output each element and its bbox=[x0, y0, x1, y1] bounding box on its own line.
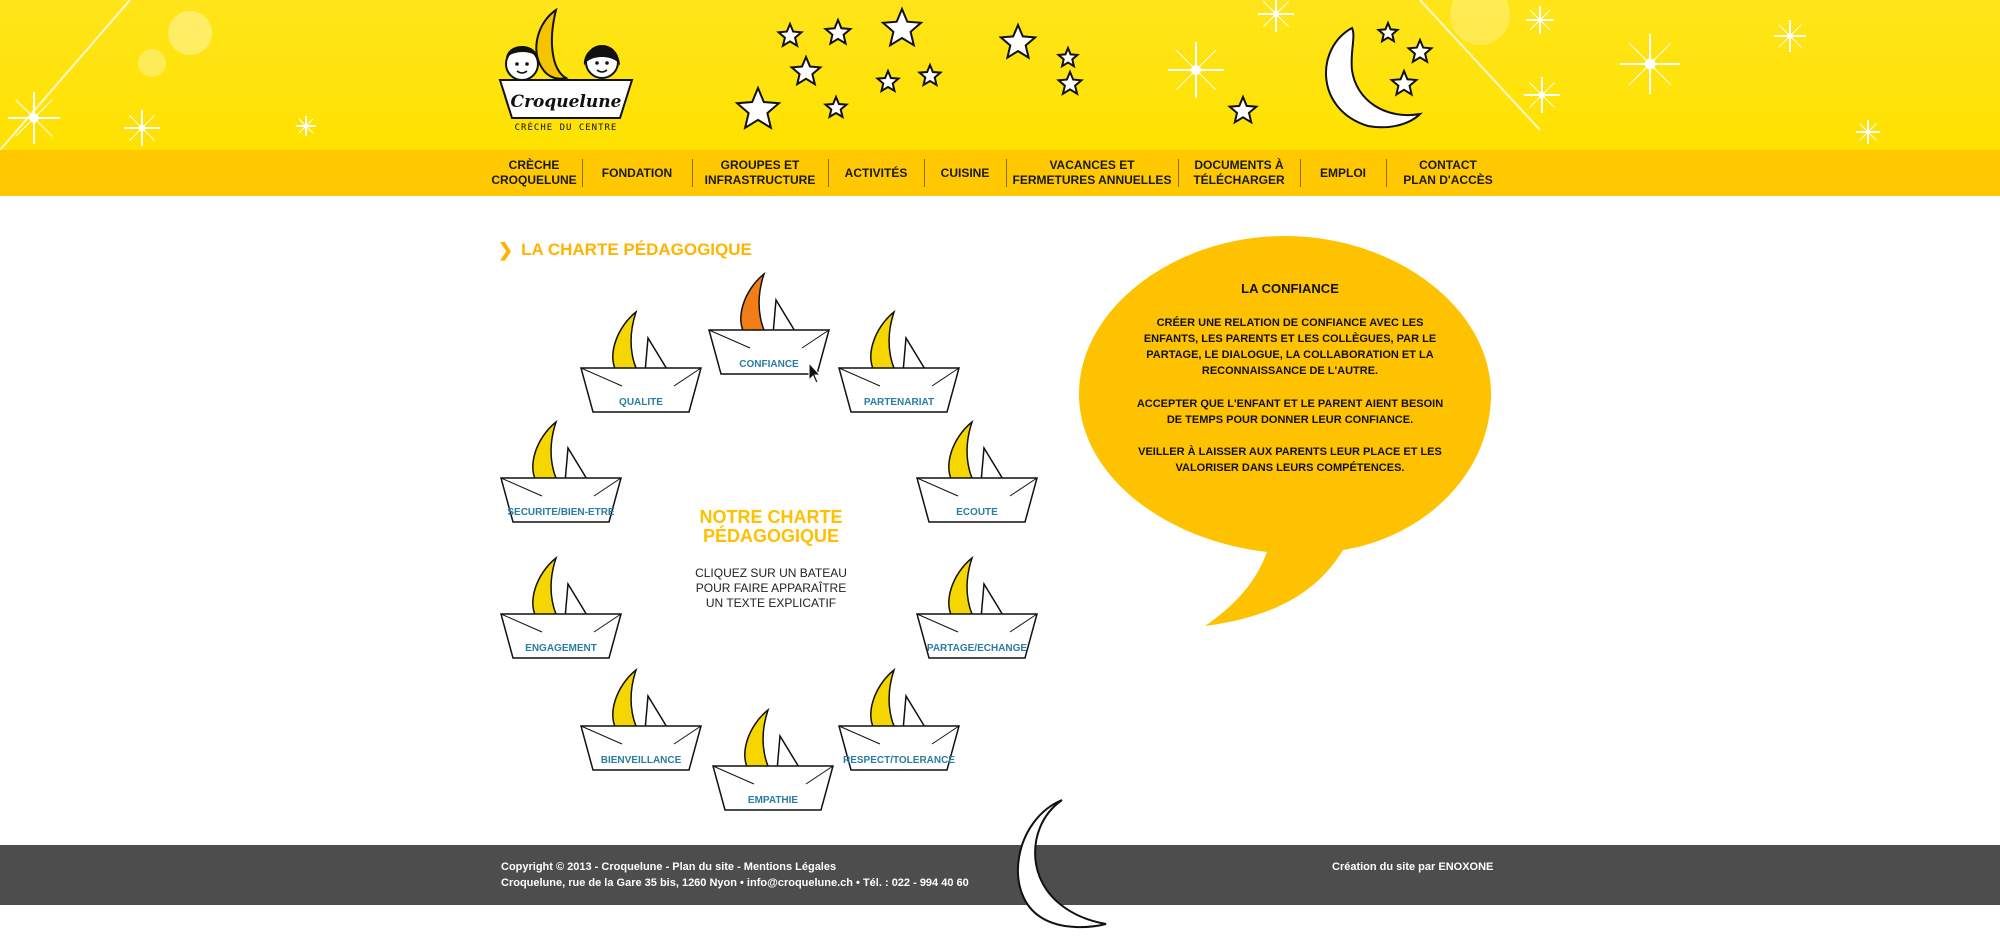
footer-credit[interactable]: Création du site par ENOXONE bbox=[1332, 861, 1493, 873]
boat-label: PARTAGE/ECHANGE bbox=[926, 643, 1028, 654]
star-icon bbox=[874, 68, 902, 93]
star-icon bbox=[1056, 69, 1084, 96]
star-icon bbox=[916, 62, 944, 87]
star-icon bbox=[1376, 20, 1400, 44]
sparkle-icon bbox=[1190, 64, 1202, 76]
footer-copyright[interactable]: Copyright © 2013 - Croquelune - Plan du … bbox=[501, 861, 836, 873]
boat-partage-echange[interactable]: PARTAGE/ECHANGE bbox=[914, 552, 1040, 662]
boat-label: QUALITE bbox=[619, 397, 663, 408]
star-icon bbox=[998, 22, 1038, 60]
boat-securite-bien-etre[interactable]: SECURITE/BIEN-ETRE bbox=[498, 416, 624, 526]
sparkle-icon bbox=[1537, 17, 1543, 23]
night-sky-decoration bbox=[0, 0, 1880, 150]
boat-label: PARTENARIAT bbox=[863, 397, 935, 408]
bubble-paragraph-1: CRÉER UNE RELATION DE CONFIANCE AVEC LES… bbox=[1143, 317, 1437, 377]
chevron-right-icon: ❯ bbox=[498, 239, 514, 260]
boat-label: SECURITE/BIEN-ETRE bbox=[507, 507, 615, 518]
star-icon bbox=[822, 94, 850, 119]
sparkle-icon bbox=[1538, 91, 1546, 99]
page-title-text: LA CHARTE PÉDAGOGIQUE bbox=[521, 240, 752, 259]
sparkle-icon bbox=[304, 124, 308, 128]
footer-address[interactable]: Croquelune, rue de la Gare 35 bis, 1260 … bbox=[501, 877, 969, 889]
svg-text:CRÈCHE DU CENTRE: CRÈCHE DU CENTRE bbox=[515, 121, 618, 133]
charter-center-title: NOTRE CHARTE PÉDAGOGIQUE bbox=[699, 507, 843, 546]
star-icon bbox=[1406, 37, 1434, 64]
sparkle-icon bbox=[29, 113, 39, 123]
sparkle-icon bbox=[1787, 33, 1793, 39]
moon-icon bbox=[1016, 799, 1107, 929]
croquelune-logo[interactable]: Croquelune CRÈCHE DU CENTRE bbox=[496, 6, 636, 134]
star-icon bbox=[776, 21, 804, 48]
star-icon bbox=[1389, 68, 1419, 97]
boat-partenariat[interactable]: PARTENARIAT bbox=[836, 306, 962, 416]
nav-item-1[interactable]: CRÈCHE CROQUELUNE bbox=[486, 150, 582, 196]
star-icon bbox=[823, 17, 853, 46]
nav-item-5[interactable]: CUISINE bbox=[924, 150, 1006, 196]
nav-item-8[interactable]: EMPLOI bbox=[1300, 150, 1386, 196]
star-icon bbox=[880, 6, 924, 48]
sparkle-icon bbox=[1865, 129, 1871, 135]
boat-ecoute[interactable]: ECOUTE bbox=[914, 416, 1040, 526]
boat-qualite[interactable]: QUALITE bbox=[578, 306, 704, 416]
boat-label: BIENVEILLANCE bbox=[600, 755, 682, 766]
boat-respect-tolerance[interactable]: RESPECT/TOLERANCE bbox=[836, 664, 962, 774]
bubble-paragraph-2: ACCEPTER QUE L'ENFANT ET LE PARENT AIENT… bbox=[1136, 398, 1444, 426]
bubble-title: LA CONFIANCE bbox=[1241, 281, 1339, 296]
star-icon bbox=[734, 85, 782, 130]
sparkle-icon bbox=[1272, 10, 1280, 18]
nav-item-6[interactable]: VACANCES ET FERMETURES ANNUELLES bbox=[1006, 150, 1178, 196]
bubble-paragraph-3: VEILLER À LAISSER AUX PARENTS LEUR PLACE… bbox=[1138, 446, 1442, 474]
sparkle-icon bbox=[138, 124, 146, 132]
nav-item-9[interactable]: CONTACT PLAN D'ACCÈS bbox=[1386, 150, 1510, 196]
sparkle-icons bbox=[8, 0, 1880, 146]
boat-bienveillance[interactable]: BIENVEILLANCE bbox=[578, 664, 704, 774]
boat-engagement[interactable]: ENGAGEMENT bbox=[498, 552, 624, 662]
nav-item-4[interactable]: ACTIVITÉS bbox=[828, 150, 924, 196]
svg-text:Croquelune: Croquelune bbox=[511, 92, 622, 112]
boat-empathie[interactable]: EMPATHIE bbox=[710, 704, 836, 814]
boat-label: ENGAGEMENT bbox=[525, 643, 597, 654]
header-banner: Croquelune CRÈCHE DU CENTRE bbox=[0, 0, 2000, 150]
cursor-icon bbox=[808, 362, 822, 384]
nav-item-7[interactable]: DOCUMENTS À TÉLÉCHARGER bbox=[1178, 150, 1300, 196]
charter-instructions: CLIQUEZ SUR UN BATEAU POUR FAIRE APPARAÎ… bbox=[695, 566, 847, 610]
star-icon bbox=[1227, 94, 1259, 125]
nav-item-3[interactable]: GROUPES ET INFRASTRUCTURE bbox=[692, 150, 828, 196]
page-title: ❯ LA CHARTE PÉDAGOGIQUE bbox=[498, 238, 752, 262]
nav-item-2[interactable]: FONDATION bbox=[582, 150, 692, 196]
sparkle-icon bbox=[1644, 58, 1656, 70]
main-navigation: CRÈCHE CROQUELUNE FONDATION GROUPES ET INFRA… bbox=[0, 150, 2000, 196]
boat-label: ECOUTE bbox=[956, 507, 998, 518]
boat-label: EMPATHIE bbox=[747, 795, 799, 806]
star-icon bbox=[1056, 45, 1080, 69]
boat-label: RESPECT/TOLERANCE bbox=[842, 755, 956, 766]
star-icon bbox=[789, 54, 823, 87]
footer: Copyright © 2013 - Croquelune - Plan du … bbox=[0, 845, 2000, 905]
